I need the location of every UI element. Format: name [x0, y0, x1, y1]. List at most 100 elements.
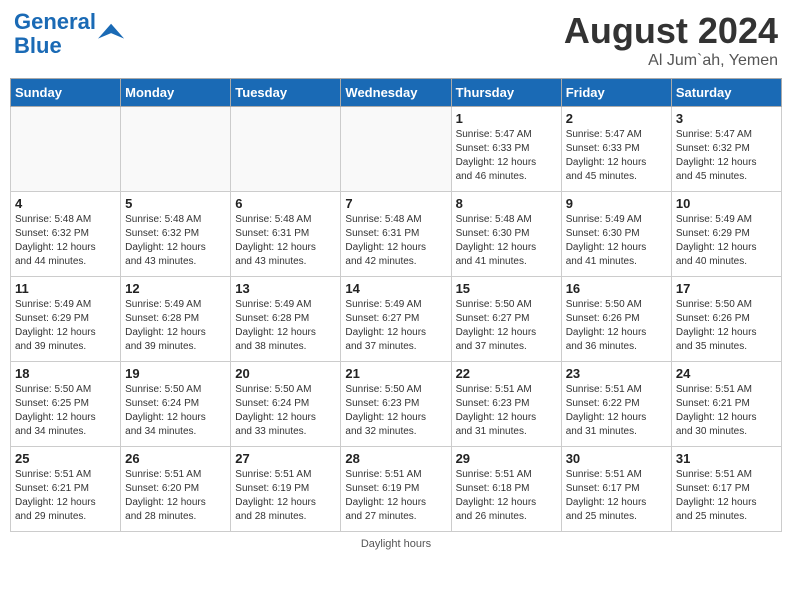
location-title: Al Jum`ah, Yemen — [564, 52, 778, 70]
calendar-day: 6 Sunrise: 5:48 AM Sunset: 6:31 PM Daylig… — [231, 192, 341, 277]
calendar-table: SundayMondayTuesdayWednesdayThursdayFrid… — [10, 78, 782, 532]
calendar-header-thursday: Thursday — [451, 79, 561, 107]
day-info: Sunrise: 5:50 AM Sunset: 6:24 PM Dayligh… — [125, 383, 226, 439]
footer-note: Daylight hours — [10, 538, 782, 550]
day-number: 16 — [566, 281, 667, 296]
calendar-day: 3 Sunrise: 5:47 AM Sunset: 6:32 PM Daylig… — [671, 107, 781, 192]
day-info: Sunrise: 5:51 AM Sunset: 6:21 PM Dayligh… — [676, 383, 777, 439]
day-number: 1 — [456, 111, 557, 126]
calendar-header-row: SundayMondayTuesdayWednesdayThursdayFrid… — [11, 79, 782, 107]
day-info: Sunrise: 5:51 AM Sunset: 6:23 PM Dayligh… — [456, 383, 557, 439]
calendar-day: 31Sunrise: 5:51 AM Sunset: 6:17 PM Dayli… — [671, 447, 781, 532]
day-info: Sunrise: 5:47 AM Sunset: 6:32 PM Dayligh… — [676, 128, 777, 184]
day-info: Sunrise: 5:51 AM Sunset: 6:21 PM Dayligh… — [15, 468, 116, 524]
day-number: 6 — [235, 196, 336, 211]
day-info: Sunrise: 5:51 AM Sunset: 6:18 PM Dayligh… — [456, 468, 557, 524]
calendar-day: 12 Sunrise: 5:49 AM Sunset: 6:28 PM Dayli… — [121, 277, 231, 362]
day-info: Sunrise: 5:48 AM Sunset: 6:31 PM Dayligh… — [345, 213, 446, 269]
day-number: 15 — [456, 281, 557, 296]
day-number: 24 — [676, 366, 777, 381]
day-number: 30 — [566, 451, 667, 466]
day-info: Sunrise: 5:50 AM Sunset: 6:26 PM Dayligh… — [566, 298, 667, 354]
calendar-day: 23 Sunrise: 5:51 AM Sunset: 6:22 PM Dayli… — [561, 362, 671, 447]
day-info: Sunrise: 5:48 AM Sunset: 6:30 PM Dayligh… — [456, 213, 557, 269]
calendar-header-wednesday: Wednesday — [341, 79, 451, 107]
title-block: August 2024 Al Jum`ah, Yemen — [564, 10, 778, 70]
day-info: Sunrise: 5:47 AM Sunset: 6:33 PM Dayligh… — [566, 128, 667, 184]
calendar-day: 2Sunrise: 5:47 AM Sunset: 6:33 PM Daylig… — [561, 107, 671, 192]
calendar-day: 19 Sunrise: 5:50 AM Sunset: 6:24 PM Dayli… — [121, 362, 231, 447]
day-info: Sunrise: 5:49 AM Sunset: 6:28 PM Dayligh… — [125, 298, 226, 354]
day-number: 7 — [345, 196, 446, 211]
day-number: 9 — [566, 196, 667, 211]
calendar-day: 30Sunrise: 5:51 AM Sunset: 6:17 PM Dayli… — [561, 447, 671, 532]
page-header: General Blue August 2024 Al Jum`ah, Yeme… — [10, 10, 782, 70]
calendar-day: 13 Sunrise: 5:49 AM Sunset: 6:28 PM Dayli… — [231, 277, 341, 362]
calendar-day: 11Sunrise: 5:49 AM Sunset: 6:29 PM Dayli… — [11, 277, 121, 362]
calendar-header-monday: Monday — [121, 79, 231, 107]
calendar-day: 14Sunrise: 5:49 AM Sunset: 6:27 PM Dayli… — [341, 277, 451, 362]
calendar-header-sunday: Sunday — [11, 79, 121, 107]
calendar-day: 15 Sunrise: 5:50 AM Sunset: 6:27 PM Dayli… — [451, 277, 561, 362]
day-number: 17 — [676, 281, 777, 296]
day-number: 28 — [345, 451, 446, 466]
day-info: Sunrise: 5:48 AM Sunset: 6:31 PM Dayligh… — [235, 213, 336, 269]
day-number: 14 — [345, 281, 446, 296]
month-title: August 2024 — [564, 10, 778, 52]
day-info: Sunrise: 5:49 AM Sunset: 6:29 PM Dayligh… — [676, 213, 777, 269]
calendar-day: 9 Sunrise: 5:49 AM Sunset: 6:30 PM Daylig… — [561, 192, 671, 277]
calendar-day: 24 Sunrise: 5:51 AM Sunset: 6:21 PM Dayli… — [671, 362, 781, 447]
calendar-day: 7 Sunrise: 5:48 AM Sunset: 6:31 PM Daylig… — [341, 192, 451, 277]
calendar-day: 25Sunrise: 5:51 AM Sunset: 6:21 PM Dayli… — [11, 447, 121, 532]
day-info: Sunrise: 5:48 AM Sunset: 6:32 PM Dayligh… — [15, 213, 116, 269]
day-number: 4 — [15, 196, 116, 211]
day-number: 19 — [125, 366, 226, 381]
calendar-day: 4 Sunrise: 5:48 AM Sunset: 6:32 PM Daylig… — [11, 192, 121, 277]
calendar-day: 28 Sunrise: 5:51 AM Sunset: 6:19 PM Dayli… — [341, 447, 451, 532]
day-number: 5 — [125, 196, 226, 211]
calendar-week-5: 25Sunrise: 5:51 AM Sunset: 6:21 PM Dayli… — [11, 447, 782, 532]
day-number: 12 — [125, 281, 226, 296]
calendar-day: 21 Sunrise: 5:50 AM Sunset: 6:23 PM Dayli… — [341, 362, 451, 447]
day-info: Sunrise: 5:51 AM Sunset: 6:22 PM Dayligh… — [566, 383, 667, 439]
day-info: Sunrise: 5:50 AM Sunset: 6:25 PM Dayligh… — [15, 383, 116, 439]
calendar-day: 1Sunrise: 5:47 AM Sunset: 6:33 PM Daylig… — [451, 107, 561, 192]
day-number: 8 — [456, 196, 557, 211]
calendar-day — [11, 107, 121, 192]
logo-text: General Blue — [14, 10, 96, 58]
calendar-header-saturday: Saturday — [671, 79, 781, 107]
day-info: Sunrise: 5:50 AM Sunset: 6:24 PM Dayligh… — [235, 383, 336, 439]
day-info: Sunrise: 5:50 AM Sunset: 6:27 PM Dayligh… — [456, 298, 557, 354]
calendar-day: 22 Sunrise: 5:51 AM Sunset: 6:23 PM Dayli… — [451, 362, 561, 447]
calendar-header-friday: Friday — [561, 79, 671, 107]
day-number: 13 — [235, 281, 336, 296]
day-info: Sunrise: 5:51 AM Sunset: 6:19 PM Dayligh… — [345, 468, 446, 524]
day-number: 23 — [566, 366, 667, 381]
day-info: Sunrise: 5:49 AM Sunset: 6:30 PM Dayligh… — [566, 213, 667, 269]
calendar-day: 5 Sunrise: 5:48 AM Sunset: 6:32 PM Daylig… — [121, 192, 231, 277]
day-number: 31 — [676, 451, 777, 466]
day-number: 3 — [676, 111, 777, 126]
logo-icon — [98, 20, 126, 48]
day-number: 20 — [235, 366, 336, 381]
day-info: Sunrise: 5:49 AM Sunset: 6:28 PM Dayligh… — [235, 298, 336, 354]
day-number: 21 — [345, 366, 446, 381]
day-info: Sunrise: 5:50 AM Sunset: 6:23 PM Dayligh… — [345, 383, 446, 439]
calendar-week-2: 4 Sunrise: 5:48 AM Sunset: 6:32 PM Daylig… — [11, 192, 782, 277]
day-info: Sunrise: 5:48 AM Sunset: 6:32 PM Dayligh… — [125, 213, 226, 269]
calendar-day: 8 Sunrise: 5:48 AM Sunset: 6:30 PM Daylig… — [451, 192, 561, 277]
logo: General Blue — [14, 10, 126, 58]
calendar-day — [231, 107, 341, 192]
day-info: Sunrise: 5:49 AM Sunset: 6:29 PM Dayligh… — [15, 298, 116, 354]
day-info: Sunrise: 5:51 AM Sunset: 6:20 PM Dayligh… — [125, 468, 226, 524]
day-number: 10 — [676, 196, 777, 211]
calendar-day: 20 Sunrise: 5:50 AM Sunset: 6:24 PM Dayli… — [231, 362, 341, 447]
day-number: 27 — [235, 451, 336, 466]
calendar-day: 10 Sunrise: 5:49 AM Sunset: 6:29 PM Dayli… — [671, 192, 781, 277]
calendar-week-4: 18Sunrise: 5:50 AM Sunset: 6:25 PM Dayli… — [11, 362, 782, 447]
day-info: Sunrise: 5:50 AM Sunset: 6:26 PM Dayligh… — [676, 298, 777, 354]
calendar-day — [341, 107, 451, 192]
calendar-week-1: 1 Sunrise: 5:47 AM Sunset: 6:33 PM Daylig… — [11, 107, 782, 192]
calendar-day: 17 Sunrise: 5:50 AM Sunset: 6:26 PM Dayli… — [671, 277, 781, 362]
day-number: 22 — [456, 366, 557, 381]
